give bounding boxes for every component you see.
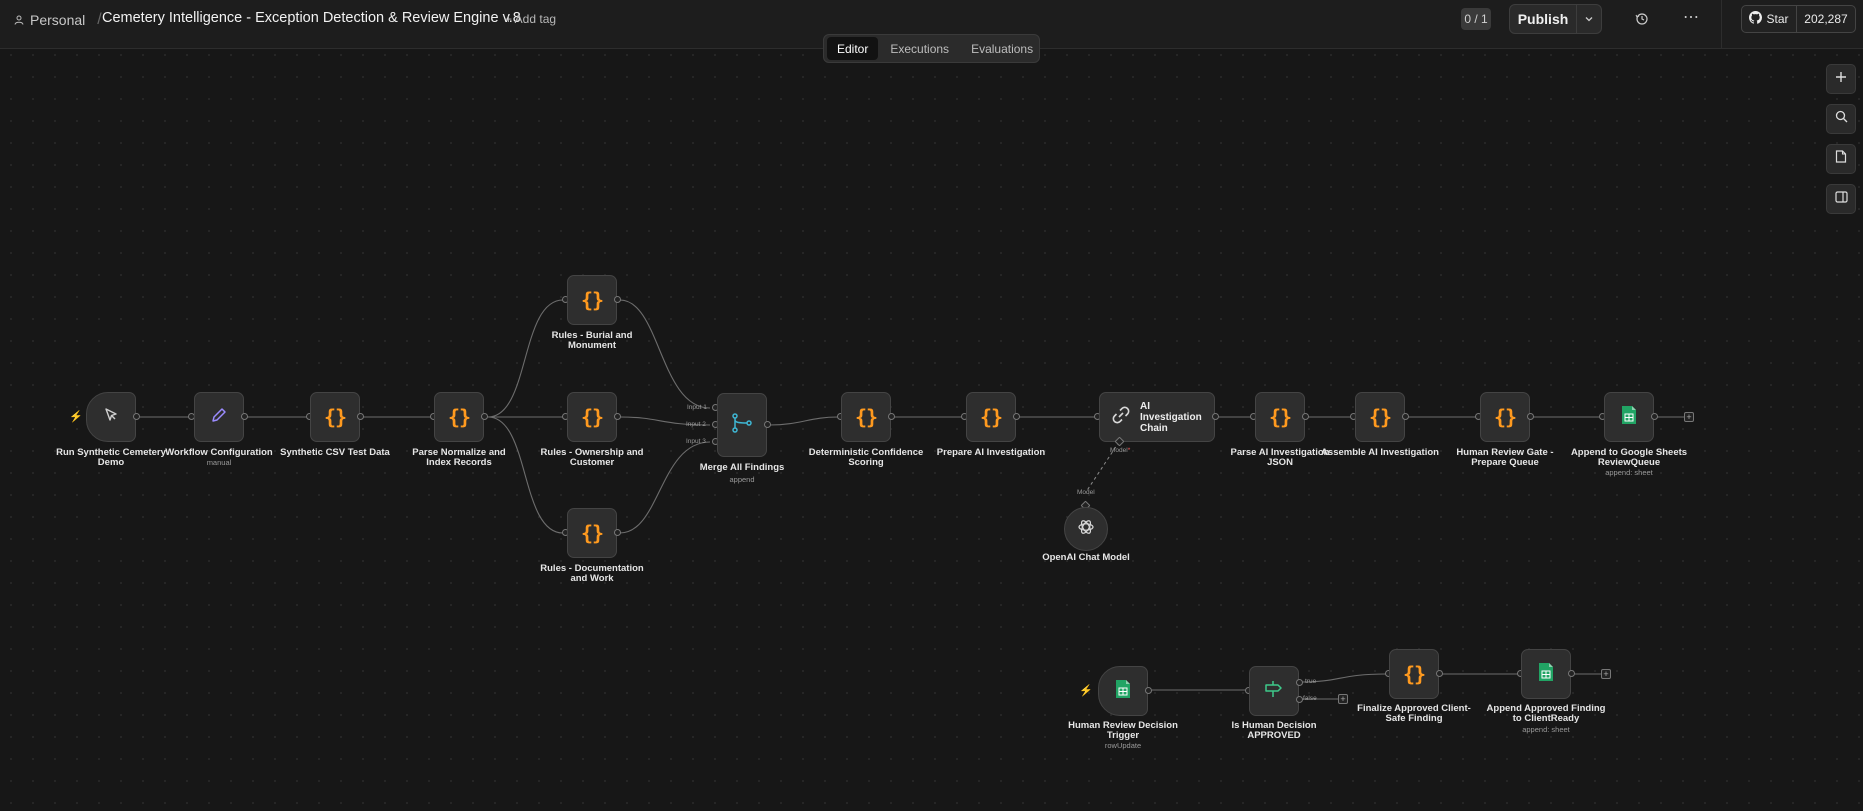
node-rules-burial[interactable]: {} [567,275,617,325]
code-icon: {} [580,405,604,429]
code-icon: {} [580,521,604,545]
merge-input-label: Input 3 [686,438,706,445]
node-subtitle: append: sheet [1605,468,1653,477]
add-false-branch-button[interactable]: + [1338,694,1348,704]
cursor-icon [101,405,121,430]
output-port[interactable] [1145,687,1152,694]
node-label: Synthetic CSV Test Data [280,447,390,458]
output-port[interactable] [1302,413,1309,420]
output-port[interactable] [241,413,248,420]
output-port[interactable] [1527,413,1534,420]
node-subtitle: append: sheet [1522,725,1570,734]
code-icon: {} [447,405,471,429]
output-port[interactable] [1013,413,1020,420]
node-label: Human Review Decision Trigger [1068,720,1178,741]
output-port[interactable] [614,413,621,420]
port-label: Model [1077,489,1095,496]
node-label: Merge All Findings [699,462,785,473]
true-output-port[interactable] [1296,679,1303,686]
openai-icon [1076,517,1096,542]
trigger-bolt-icon: ⚡ [1079,685,1093,697]
node-human-review-trigger[interactable] [1098,666,1148,716]
output-port[interactable] [357,413,364,420]
node-human-review-gate[interactable]: {} [1480,392,1530,442]
output-port[interactable] [1568,670,1575,677]
output-port[interactable] [764,421,771,428]
node-parse-ai-json[interactable]: {} [1255,392,1305,442]
output-port[interactable] [1436,670,1443,677]
code-icon: {} [323,405,347,429]
merge-icon [730,411,754,440]
add-next-node-button[interactable]: + [1601,669,1611,679]
node-run-synthetic-demo[interactable] [86,392,136,442]
node-label: Workflow Configuration [165,447,273,458]
node-label: AI Investigation Chain [1140,400,1202,434]
node-label: Rules - Ownership and Customer [540,447,644,468]
branch-label-false: false [1303,695,1317,702]
sheets-icon [1115,679,1131,704]
node-label: OpenAI Chat Model [1042,552,1130,563]
add-next-node-button[interactable]: + [1684,412,1694,422]
node-label: Run Synthetic Cemetery Demo [56,447,166,468]
output-port[interactable] [133,413,140,420]
code-icon: {} [1493,405,1517,429]
node-parse-normalize[interactable]: {} [434,392,484,442]
connections-layer [140,299,1684,700]
node-finalize-approved[interactable]: {} [1389,649,1439,699]
output-port[interactable] [481,413,488,420]
node-append-sheets-reviewqueue[interactable] [1604,392,1654,442]
node-label: Assemble AI Investigation [1321,447,1439,458]
output-port[interactable] [614,296,621,303]
code-icon: {} [854,405,878,429]
node-ai-investigation-chain[interactable]: AI Investigation Chain [1099,392,1215,442]
node-subtitle: rowUpdate [1104,741,1142,750]
node-synthetic-csv[interactable]: {} [310,392,360,442]
link-icon [1110,404,1132,431]
sheets-icon [1621,405,1637,430]
code-icon: {} [1368,405,1392,429]
node-assemble-ai[interactable]: {} [1355,392,1405,442]
node-label: Deterministic Confidence Scoring [808,447,924,468]
output-port[interactable] [1212,413,1219,420]
code-icon: {} [1402,662,1426,686]
node-label: Rules - Burial and Monument [551,330,633,351]
node-label: Append to Google Sheets ReviewQueue [1570,447,1688,468]
node-confidence-scoring[interactable]: {} [841,392,891,442]
node-label: Is Human Decision APPROVED [1231,720,1317,741]
sheets-icon [1538,662,1554,687]
output-port[interactable] [1651,413,1658,420]
code-icon: {} [1268,405,1292,429]
node-label: Parse Normalize and Index Records [412,447,506,468]
node-label: Rules - Documentation and Work [540,563,644,584]
node-label: Finalize Approved Client-Safe Finding [1357,703,1471,724]
port-label: Model* [1110,447,1131,454]
node-rules-ownership[interactable]: {} [567,392,617,442]
node-merge-all-findings[interactable] [717,393,767,457]
merge-input-label: Input 2 [686,421,706,428]
trigger-bolt-icon: ⚡ [69,411,83,423]
node-rules-documentation[interactable]: {} [567,508,617,558]
code-icon: {} [580,288,604,312]
node-subtitle: manual [206,458,232,467]
node-is-human-decision-approved[interactable] [1249,666,1299,716]
code-icon: {} [979,405,1003,429]
pencil-icon [209,405,229,430]
false-output-port[interactable] [1296,696,1303,703]
merge-input-label: Input 1 [687,404,707,411]
node-label: Append Approved Finding to ClientReady [1486,703,1606,724]
node-label: Prepare AI Investigation [936,447,1046,458]
output-port[interactable] [1402,413,1409,420]
node-workflow-configuration[interactable] [194,392,244,442]
node-subtitle: append [729,475,755,484]
branch-label-true: true [1305,678,1317,685]
output-port[interactable] [614,529,621,536]
output-port[interactable] [888,413,895,420]
if-icon [1263,679,1285,704]
node-append-approved-clientready[interactable] [1521,649,1571,699]
node-prepare-ai[interactable]: {} [966,392,1016,442]
node-label: Human Review Gate - Prepare Queue [1456,447,1554,468]
node-openai-chat-model[interactable] [1064,507,1108,551]
